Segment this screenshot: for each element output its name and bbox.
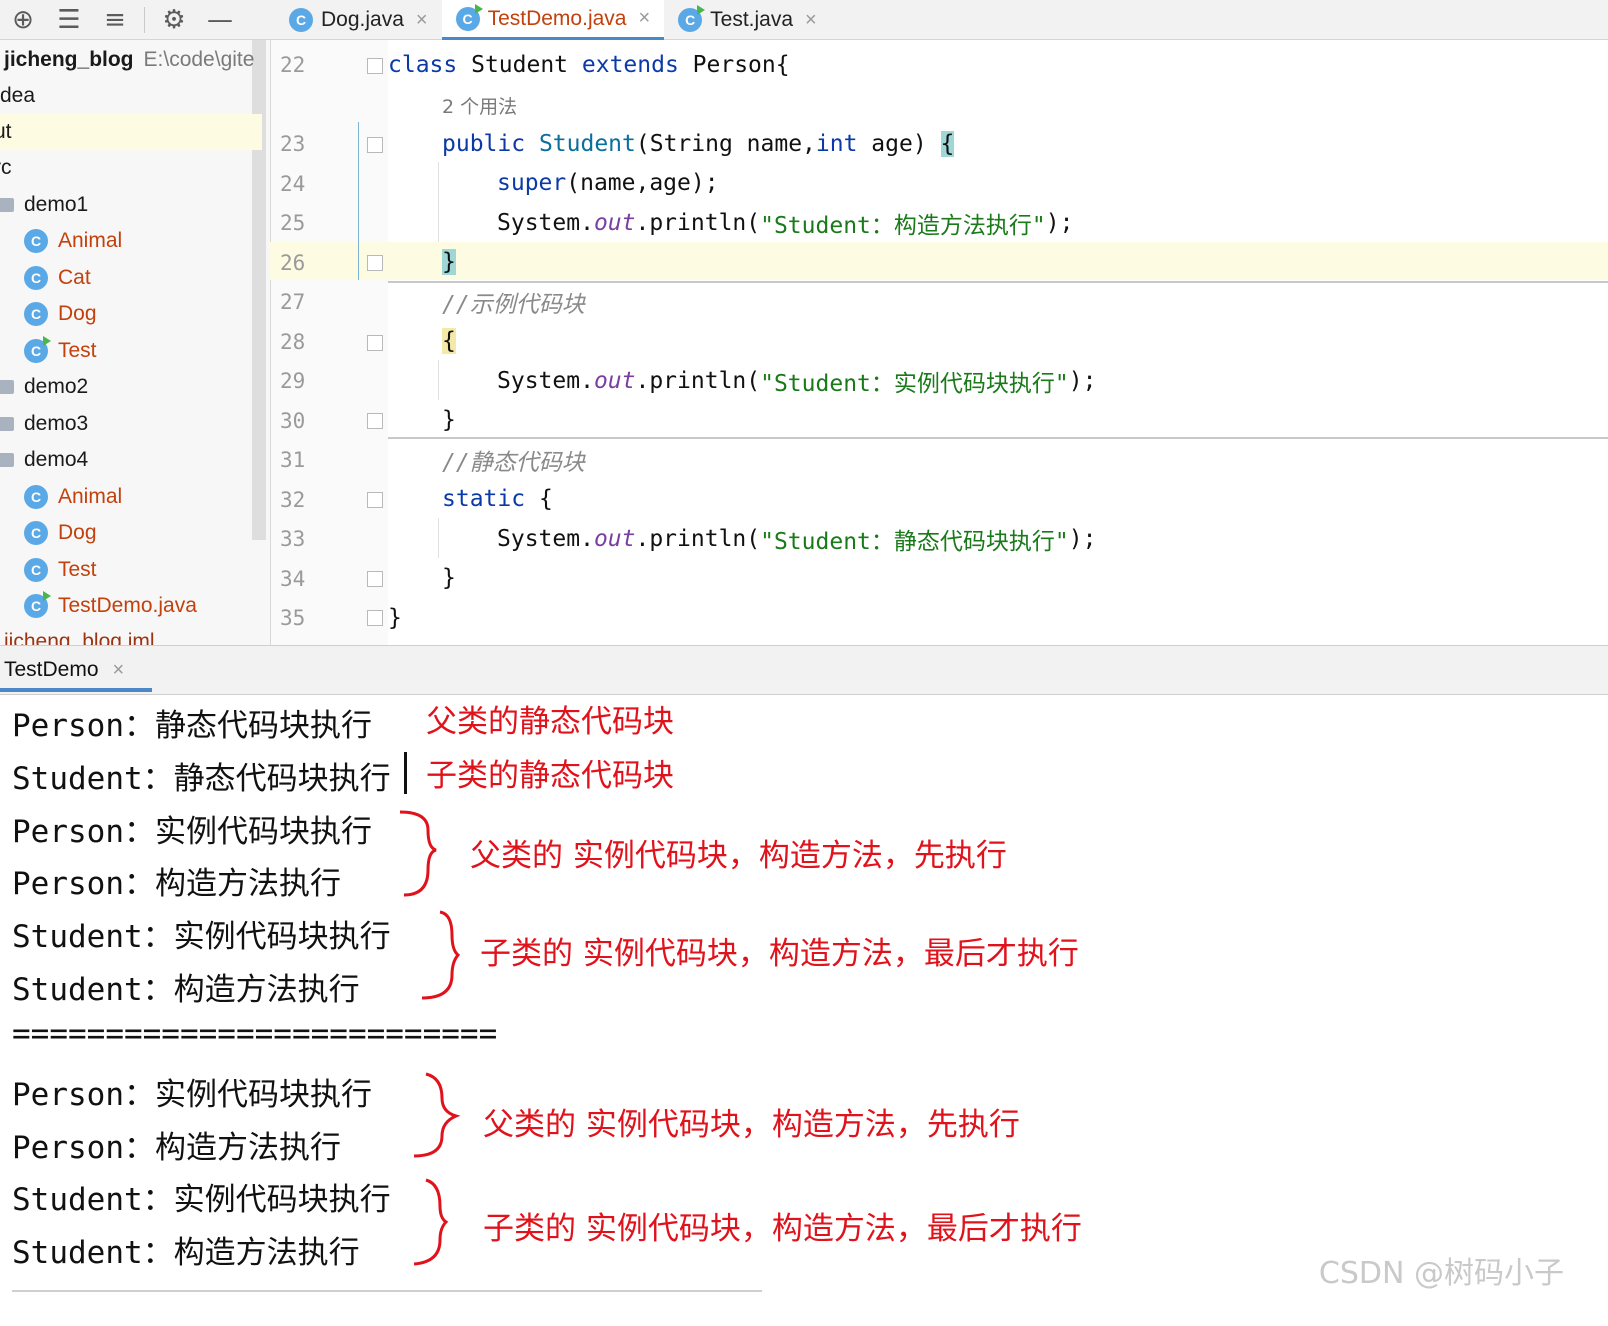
annotation-braces	[399, 810, 461, 1266]
brace-mark	[413, 1178, 449, 1266]
console-divider	[12, 1290, 762, 1292]
brace-mark	[421, 910, 461, 1000]
ide-window: { "toolbar": { "icons": ["crosshair-icon…	[0, 0, 1608, 1326]
brace-mark	[413, 1072, 461, 1158]
watermark: CSDN @树码小子	[1318, 1256, 1564, 1291]
brace-mark	[399, 810, 437, 897]
